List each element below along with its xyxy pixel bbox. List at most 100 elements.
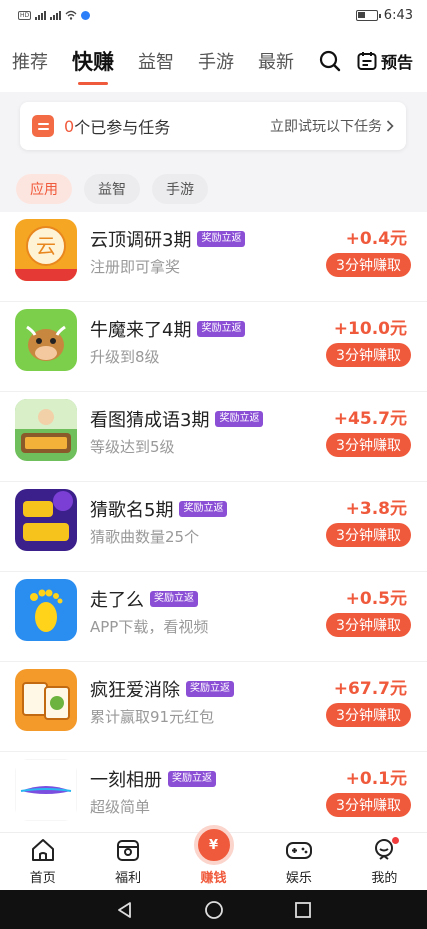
earn-button[interactable]: 3分钟赚取 bbox=[326, 433, 411, 457]
joined-count: 0 bbox=[64, 116, 75, 136]
task-row[interactable]: 牛魔来了4期 奖励立返 升级到8级 +10.0元 3分钟赚取 bbox=[0, 302, 427, 392]
earn-button[interactable]: 3分钟赚取 bbox=[326, 253, 411, 277]
tab-mine[interactable]: 我的 bbox=[342, 833, 427, 890]
top-nav: 推荐 快赚 益智 手游 最新 预告 bbox=[0, 30, 427, 92]
task-desc: 超级简单 bbox=[90, 798, 151, 816]
reward-tag: 奖励立返 bbox=[215, 411, 264, 427]
tab-entertainment[interactable]: 娱乐 bbox=[256, 833, 341, 890]
system-nav-bar bbox=[0, 890, 427, 929]
task-title: 看图猜成语3期 bbox=[90, 410, 210, 431]
song-game-icon bbox=[15, 489, 77, 551]
reward-tag: 奖励立返 bbox=[168, 771, 216, 787]
task-row[interactable]: 猜歌名5期 奖励立返 猜歌曲数量25个 +3.8元 3分钟赚取 bbox=[0, 482, 427, 572]
tab-welfare[interactable]: 福利 bbox=[85, 833, 170, 890]
earn-button[interactable]: 3分钟赚取 bbox=[326, 343, 411, 367]
content-area: 0 个已参与任务 立即试玩以下任务 应用 益智 手游 云 云顶调研3期 奖励立返 … bbox=[0, 92, 427, 832]
footprint-app-icon bbox=[15, 579, 77, 641]
task-desc: 等级达到5级 bbox=[90, 438, 175, 456]
idiom-game-icon bbox=[15, 399, 77, 461]
task-reward: +67.7元 bbox=[333, 679, 407, 699]
filter-mobile-games[interactable]: 手游 bbox=[152, 174, 208, 204]
task-reward: +10.0元 bbox=[333, 319, 407, 339]
status-bar: HD 6:43 bbox=[0, 0, 427, 30]
try-tasks-label: 立即试玩以下任务 bbox=[270, 119, 382, 135]
reward-tag: 奖励立返 bbox=[179, 501, 228, 517]
search-icon[interactable] bbox=[319, 50, 341, 72]
task-row[interactable]: 疯狂爱消除 奖励立返 累计赢取91元红包 +67.7元 3分钟赚取 bbox=[0, 662, 427, 752]
category-filters: 应用 益智 手游 bbox=[16, 174, 208, 204]
joined-tasks-banner[interactable]: 0 个已参与任务 立即试玩以下任务 bbox=[20, 102, 406, 150]
app-notification-icon bbox=[81, 10, 91, 20]
tab-mine-label: 我的 bbox=[371, 871, 398, 886]
task-reward: +3.8元 bbox=[345, 499, 407, 519]
filter-apps[interactable]: 应用 bbox=[16, 174, 72, 204]
tab-entertainment-label: 娱乐 bbox=[285, 871, 312, 886]
try-tasks-link[interactable]: 立即试玩以下任务 bbox=[270, 116, 394, 136]
earn-button[interactable]: 3分钟赚取 bbox=[326, 703, 411, 727]
task-reward: +0.1元 bbox=[345, 769, 407, 789]
mahjong-game-icon bbox=[15, 669, 77, 731]
task-title: 猜歌名5期 bbox=[90, 500, 174, 521]
task-title: 一刻相册 bbox=[90, 770, 162, 791]
task-row[interactable]: 看图猜成语3期 奖励立返 等级达到5级 +45.7元 3分钟赚取 bbox=[0, 392, 427, 482]
status-icons: HD bbox=[18, 10, 91, 20]
notification-dot bbox=[392, 837, 400, 844]
gamepad-icon bbox=[285, 842, 312, 859]
chevron-right-icon bbox=[386, 120, 394, 132]
calendar-icon bbox=[357, 52, 377, 70]
home-icon bbox=[31, 839, 54, 861]
task-list-icon bbox=[32, 115, 54, 137]
task-row[interactable]: 云 云顶调研3期 奖励立返 注册即可拿奖 +0.4元 3分钟赚取 bbox=[0, 212, 427, 302]
tab-mobile-games[interactable]: 手游 bbox=[198, 48, 234, 74]
task-reward: +0.5元 bbox=[345, 589, 407, 609]
clock: 6:43 bbox=[383, 7, 413, 23]
preview-button[interactable]: 预告 bbox=[357, 49, 413, 73]
tab-puzzle[interactable]: 益智 bbox=[138, 48, 174, 74]
reward-tag: 奖励立返 bbox=[197, 231, 246, 247]
task-desc: 猜歌曲数量25个 bbox=[90, 528, 200, 546]
yuan-coin-icon: ¥ bbox=[193, 825, 234, 865]
tab-home-label: 首页 bbox=[29, 871, 56, 886]
welfare-icon bbox=[117, 840, 140, 861]
signal-icon-2 bbox=[50, 10, 62, 20]
task-title: 疯狂爱消除 bbox=[90, 680, 180, 701]
bottom-tab-bar: 首页 福利 ¥ 赚钱 娱乐 我的 bbox=[0, 825, 427, 890]
tab-earn-label: 赚钱 bbox=[200, 871, 227, 886]
svg-text:云: 云 bbox=[36, 234, 56, 258]
earn-button[interactable]: 3分钟赚取 bbox=[326, 523, 411, 547]
reward-tag: 奖励立返 bbox=[197, 321, 246, 337]
reward-tag: 奖励立返 bbox=[186, 681, 234, 697]
tab-home[interactable]: 首页 bbox=[0, 833, 85, 890]
signal-icon bbox=[35, 10, 47, 20]
task-reward: +45.7元 bbox=[333, 409, 407, 429]
task-desc: APP下载，看视频 bbox=[90, 618, 209, 636]
wifi-icon bbox=[65, 10, 77, 20]
task-desc: 累计赢取91元红包 bbox=[90, 708, 215, 726]
task-title: 云顶调研3期 bbox=[90, 230, 192, 251]
tab-latest[interactable]: 最新 bbox=[258, 48, 294, 74]
hd-badge: HD bbox=[18, 10, 32, 20]
filter-puzzle[interactable]: 益智 bbox=[84, 174, 140, 204]
album-app-icon bbox=[15, 759, 77, 821]
tab-recommend[interactable]: 推荐 bbox=[12, 48, 48, 74]
tab-earn[interactable]: ¥ 赚钱 bbox=[171, 825, 256, 890]
home-circle-icon[interactable] bbox=[204, 900, 224, 920]
task-desc: 注册即可拿奖 bbox=[90, 258, 181, 276]
task-title: 走了么 bbox=[90, 590, 144, 611]
cow-game-icon bbox=[15, 309, 77, 371]
tab-quick-earn[interactable]: 快赚 bbox=[72, 46, 114, 76]
earn-button[interactable]: 3分钟赚取 bbox=[326, 793, 411, 817]
yunding-app-icon: 云 bbox=[15, 219, 77, 281]
task-row[interactable]: 走了么 奖励立返 APP下载，看视频 +0.5元 3分钟赚取 bbox=[0, 572, 427, 662]
earn-button[interactable]: 3分钟赚取 bbox=[326, 613, 411, 637]
back-icon[interactable] bbox=[116, 901, 134, 919]
battery-icon bbox=[355, 9, 381, 21]
task-row[interactable]: 一刻相册 奖励立返 超级简单 +0.1元 3分钟赚取 bbox=[0, 752, 427, 832]
reward-tag: 奖励立返 bbox=[150, 591, 198, 607]
recents-icon[interactable] bbox=[294, 901, 312, 919]
task-title: 牛魔来了4期 bbox=[90, 320, 192, 341]
tab-welfare-label: 福利 bbox=[115, 871, 142, 886]
joined-text: 个已参与任务 bbox=[74, 118, 171, 137]
task-list: 云 云顶调研3期 奖励立返 注册即可拿奖 +0.4元 3分钟赚取 牛魔来了4期 奖励… bbox=[0, 212, 427, 832]
task-reward: +0.4元 bbox=[345, 229, 407, 249]
